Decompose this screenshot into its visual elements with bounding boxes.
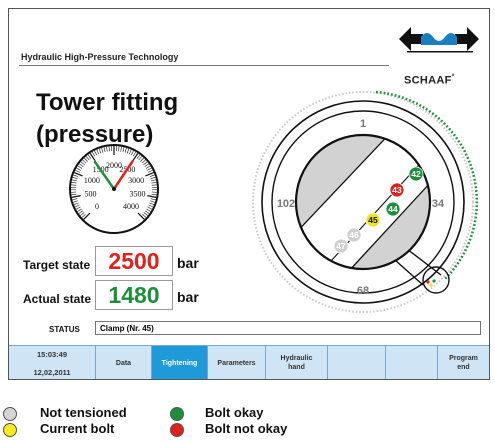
- clock-display: 15:03:49 12,02,2011: [9, 346, 96, 379]
- legend-not-tensioned-label: Not tensioned: [40, 405, 127, 420]
- control-screen: SCHAAF° Hydraulic High-Pressure Technolo…: [8, 8, 490, 380]
- flange-label-top: 1: [360, 118, 366, 130]
- empty-button-2[interactable]: [386, 346, 438, 379]
- clock-time: 15:03:49: [36, 349, 68, 359]
- gauge-hub: [112, 187, 116, 191]
- gauge-scale-label: 500: [84, 190, 96, 199]
- bolt-number: 42: [411, 169, 421, 179]
- bolt-number: 44: [388, 204, 398, 214]
- small-bolt-dot: [426, 280, 430, 284]
- status-field: Clamp (Nr. 45): [95, 321, 481, 335]
- brand-name: SCHAAF°: [404, 74, 455, 87]
- actual-state-number: 1480: [108, 282, 160, 308]
- pressure-gauge: 05001000150020002500300035004000: [69, 144, 159, 234]
- page-title-line1: Tower fitting: [36, 89, 179, 116]
- hydraulic-hand-button[interactable]: Hydraulic hand: [266, 346, 328, 379]
- bolt-number: 47: [336, 241, 346, 251]
- bolt-number: 43: [392, 185, 402, 195]
- clock-date: 12,02,2011: [33, 367, 71, 377]
- gauge-scale-label: 0: [95, 202, 99, 211]
- actual-state-label: Actual state: [23, 292, 92, 306]
- legend-bolt-okay-dot: [170, 407, 184, 421]
- legend-current-bolt-label: Current bolt: [40, 421, 115, 436]
- small-bolt-dot: [432, 279, 436, 283]
- flange-label-right: 34: [432, 198, 445, 210]
- target-state-number: 2500: [108, 248, 160, 274]
- actual-state-unit: bar: [177, 289, 199, 305]
- data-button[interactable]: Data: [96, 346, 152, 379]
- legend-not-tensioned-dot: [3, 407, 17, 421]
- flange-diagram: 1 102 34 68 42 43 44 45 4647: [252, 90, 479, 313]
- gauge-scale-label: 1000: [84, 176, 100, 185]
- gauge-scale-label: 3500: [130, 190, 146, 199]
- brand-registered-mark: °: [451, 74, 455, 81]
- target-state-unit: bar: [177, 255, 199, 271]
- target-state-label: Target state: [23, 258, 91, 272]
- schaaf-logo-icon: [399, 27, 479, 53]
- program-end-button[interactable]: Program end: [438, 346, 489, 379]
- target-state-value: 2500: [95, 246, 173, 276]
- status-label: STATUS: [49, 325, 80, 334]
- brand-name-text: SCHAAF: [404, 74, 452, 87]
- small-bolt-dot: [429, 283, 433, 287]
- flange-label-bottom: 68: [357, 285, 369, 297]
- legend-bolt-not-okay-label: Bolt not okay: [205, 421, 288, 436]
- legend-current-bolt-dot: [3, 423, 17, 437]
- header-subtitle: Hydraulic High-Pressure Technology: [21, 52, 179, 62]
- bottom-toolbar: 15:03:49 12,02,2011 Data Tightening Para…: [9, 345, 489, 379]
- bolt-number: 45: [368, 215, 378, 225]
- flange-label-left: 102: [277, 198, 295, 210]
- legend-bolt-not-okay-dot: [170, 423, 184, 437]
- bolt-number: 46: [349, 230, 359, 240]
- parameters-button[interactable]: Parameters: [208, 346, 266, 379]
- gauge-scale-label: 4000: [123, 202, 139, 211]
- actual-state-value: 1480: [95, 280, 173, 310]
- legend-bolt-okay-label: Bolt okay: [205, 405, 264, 420]
- gauge-scale-label: 3000: [128, 176, 144, 185]
- header-divider: [19, 65, 389, 66]
- empty-button-1[interactable]: [328, 346, 386, 379]
- tightening-button[interactable]: Tightening: [152, 346, 208, 379]
- legend: Not tensioned Current bolt Bolt okay Bol…: [0, 395, 495, 443]
